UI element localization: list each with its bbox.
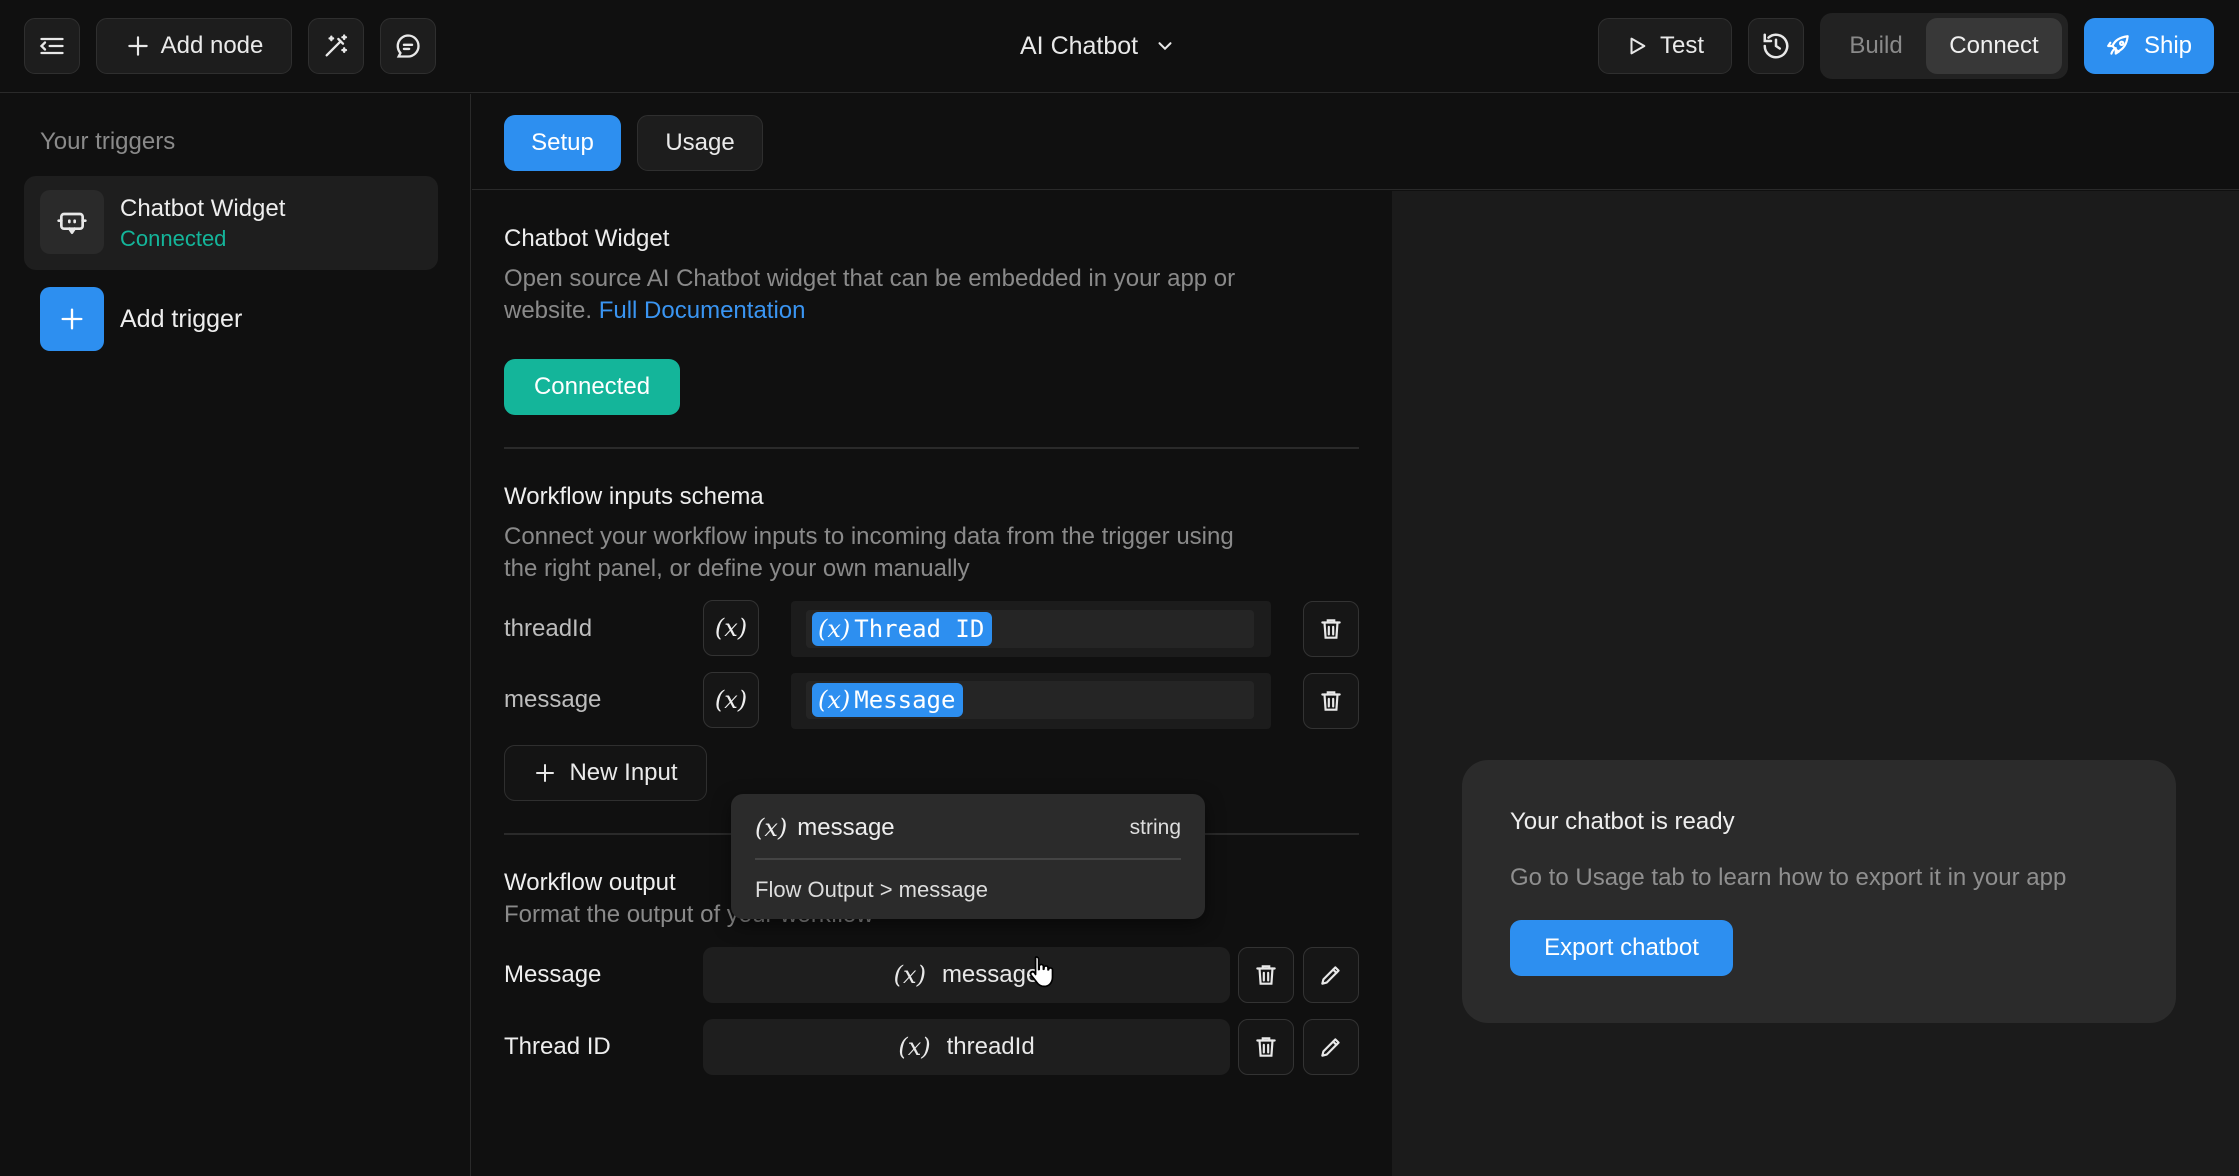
trash-icon [1253, 962, 1279, 988]
output-label-message: Message [504, 961, 602, 988]
widget-desc-line1: Open source AI Chatbot widget that can b… [504, 265, 1236, 292]
variable-icon: (x) [714, 686, 748, 714]
variable-toggle-button[interactable]: (x) [703, 672, 759, 728]
trash-icon [1318, 688, 1344, 714]
ship-button[interactable]: Ship [2084, 18, 2214, 74]
chip-label: Thread ID [854, 615, 985, 643]
output-value-text: threadId [946, 1033, 1035, 1060]
test-button[interactable]: Test [1598, 18, 1732, 74]
variable-icon: (x) [818, 615, 851, 643]
hand-cursor-icon [1028, 954, 1056, 988]
plus-icon [125, 33, 151, 59]
rocket-icon [2106, 33, 2132, 59]
history-icon [1761, 31, 1791, 61]
add-trigger-button[interactable]: Add trigger [40, 287, 340, 351]
add-node-button[interactable]: Add node [96, 18, 292, 74]
trigger-status: Connected [120, 226, 227, 251]
new-input-button[interactable]: New Input [504, 745, 707, 801]
pencil-icon [1318, 1034, 1344, 1060]
output-value-text: message [941, 961, 1040, 988]
plus-icon [533, 761, 557, 785]
ready-card-desc: Go to Usage tab to learn how to export i… [1510, 864, 2067, 891]
workflow-title: AI Chatbot [1020, 31, 1139, 60]
chip-label: Message [854, 686, 956, 714]
trash-icon [1253, 1034, 1279, 1060]
connected-status-button[interactable]: Connected [504, 359, 680, 415]
add-node-label: Add node [160, 32, 264, 59]
variable-icon: (x) [755, 814, 788, 842]
edit-output-message-button[interactable] [1303, 947, 1359, 1003]
connect-mode-button[interactable]: Connect [1926, 18, 2062, 74]
input-name-message: message [504, 686, 602, 713]
pencil-icon [1318, 962, 1344, 988]
chatbot-widget-icon-box [40, 190, 104, 254]
ready-card-title: Your chatbot is ready [1510, 808, 1735, 835]
menu-collapse-icon [38, 32, 66, 60]
message-variable-chip[interactable]: (x) Message [812, 683, 964, 717]
variable-icon: (x) [898, 1033, 931, 1061]
delete-threadid-button[interactable] [1303, 601, 1359, 657]
new-input-label: New Input [569, 759, 678, 786]
variable-icon: (x) [818, 686, 851, 714]
inputs-schema-desc-line2: the right panel, or define your own manu… [504, 555, 970, 582]
output-value-message[interactable]: (x) message [703, 947, 1230, 1003]
dropdown-divider [755, 858, 1181, 860]
output-label-thread-id: Thread ID [504, 1033, 611, 1060]
export-chatbot-button[interactable]: Export chatbot [1510, 920, 1733, 976]
trash-icon [1318, 616, 1344, 642]
tab-usage[interactable]: Usage [637, 115, 763, 171]
variable-icon: (x) [893, 961, 926, 989]
add-trigger-plus-box [40, 287, 104, 351]
plus-icon [58, 305, 86, 333]
comment-button[interactable] [380, 18, 436, 74]
build-mode-button[interactable]: Build [1826, 18, 1926, 74]
chevron-down-icon [1154, 35, 1176, 57]
bot-icon [56, 206, 88, 238]
ship-label: Ship [2143, 32, 2193, 59]
variable-icon: (x) [714, 614, 748, 642]
dropdown-option-message[interactable]: (x) message string [755, 810, 1181, 846]
dropdown-option-type: string [1129, 816, 1181, 839]
section-divider [504, 447, 1359, 449]
input-name-threadid: threadId [504, 615, 593, 642]
add-trigger-label: Add trigger [120, 304, 243, 333]
edit-output-thread-id-button[interactable] [1303, 1019, 1359, 1075]
widget-desc-text: website. [504, 297, 593, 324]
widget-desc-line2: website. Full Documentation [504, 297, 805, 325]
output-value-thread-id[interactable]: (x) threadId [703, 1019, 1230, 1075]
delete-output-thread-id-button[interactable] [1238, 1019, 1294, 1075]
dropdown-option-name: message [797, 814, 895, 841]
dropdown-path: Flow Output > message [755, 877, 988, 902]
delete-output-message-button[interactable] [1238, 947, 1294, 1003]
widget-title: Chatbot Widget [504, 225, 670, 252]
magic-wand-icon [322, 32, 350, 60]
delete-message-button[interactable] [1303, 673, 1359, 729]
thread-id-variable-chip[interactable]: (x) Thread ID [812, 612, 993, 646]
variable-toggle-button[interactable]: (x) [703, 600, 759, 656]
full-documentation-link[interactable]: Full Documentation [599, 297, 806, 324]
preview-panel [1392, 191, 2239, 1176]
play-icon [1626, 35, 1648, 57]
dropdown-option-name-wrap: (x) message [755, 814, 895, 842]
menu-toggle-button[interactable] [24, 18, 80, 74]
magic-wand-button[interactable] [308, 18, 364, 74]
chat-bubble-icon [394, 32, 422, 60]
inputs-schema-desc-line1: Connect your workflow inputs to incoming… [504, 523, 1234, 550]
workflow-output-title: Workflow output [504, 869, 676, 896]
inputs-schema-title: Workflow inputs schema [504, 483, 764, 510]
history-button[interactable] [1748, 18, 1804, 74]
test-label: Test [1659, 32, 1704, 59]
tab-setup[interactable]: Setup [504, 115, 621, 171]
trigger-name: Chatbot Widget [120, 195, 286, 222]
sidebar-heading: Your triggers [40, 128, 176, 155]
workflow-title-dropdown[interactable]: AI Chatbot [1020, 26, 1176, 66]
